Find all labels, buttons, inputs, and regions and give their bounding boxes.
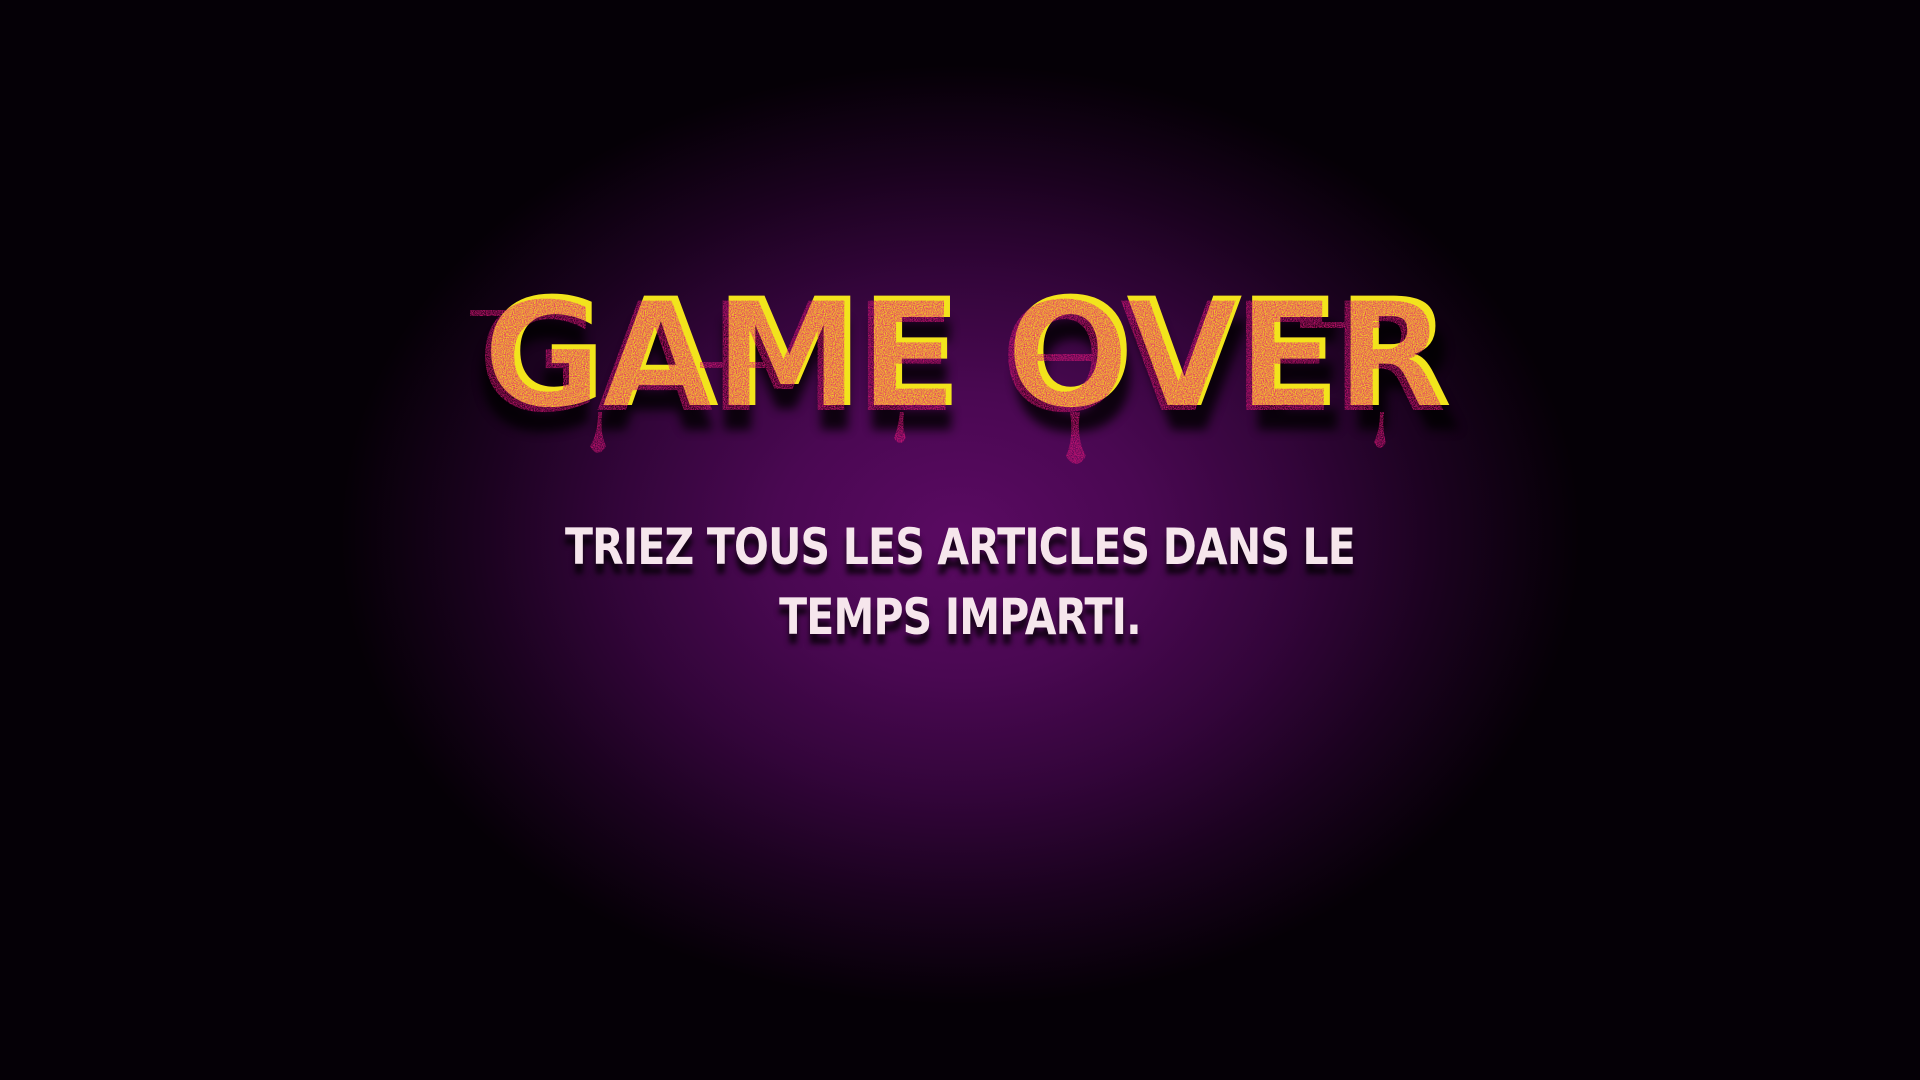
glitch-slice xyxy=(1010,354,1100,361)
game-over-screen: GAME OVER GAME OVER GAME OVER TRIEZ TOUS… xyxy=(0,0,1920,1080)
game-over-message: TRIEZ TOUS LES ARTICLES DANS LE TEMPS IM… xyxy=(565,518,1356,646)
glitch-slice xyxy=(470,310,580,316)
game-over-title-art: GAME OVER GAME OVER GAME OVER xyxy=(470,267,1463,466)
title-main-layer: GAME OVER xyxy=(478,272,1444,446)
glitch-slice xyxy=(1300,322,1380,328)
game-over-title: GAME OVER GAME OVER GAME OVER xyxy=(0,262,1920,482)
title-main-group: GAME OVER xyxy=(470,272,1448,464)
glitch-slice xyxy=(700,362,770,368)
